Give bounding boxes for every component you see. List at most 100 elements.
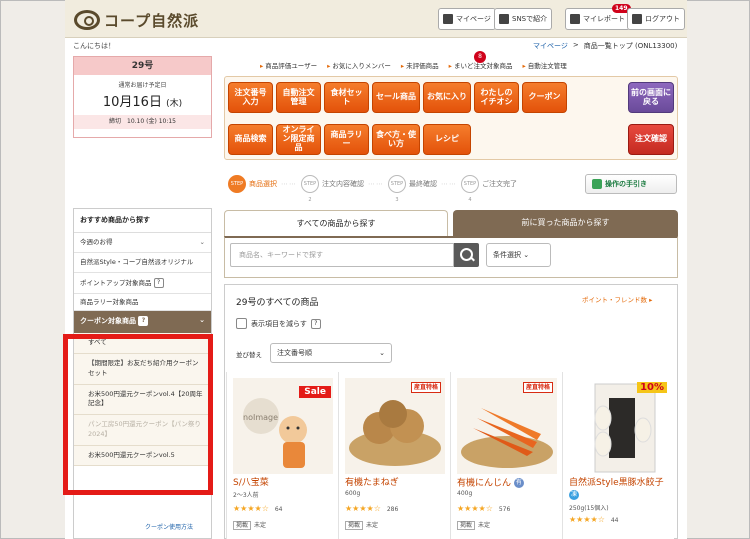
product-name[interactable]: S/八宝菜 [233,478,337,490]
highlight-box [63,334,213,495]
step-3: STEP 3 最終確認 [388,175,437,203]
product-card[interactable]: noImage Sale S/八宝菜 2～3人前 ★★★★☆ 64 掲載 未定 [226,372,338,539]
product-card[interactable]: 産直特格 有機たまねぎ 600g ★★★★☆ 286 掲載 未定 [338,372,450,539]
product-rating: ★★★★☆ 64 [233,504,283,513]
tab-purchase-history[interactable]: 前に買った商品から探す [453,210,678,236]
rating-stars: ★★★★☆ [345,504,381,513]
breadcrumb-mypage-link[interactable]: マイページ [533,41,568,51]
breadcrumb: マイページ > 商品一覧トップ (ONL13300) [533,41,677,51]
nav-product-rally-button[interactable]: 商品ラリー [324,124,369,155]
step-divider: ⋯⋯ [368,180,384,188]
sidebar-item-rally[interactable]: 商品ラリー対象商品 [74,294,211,312]
step-3-circle: STEP 3 [388,175,406,203]
product-name-text: 有機にんじん [457,478,512,489]
top-link-rating-users[interactable]: 商品評価ユーザー [260,60,317,70]
condition-select[interactable]: 条件選択 ⌄ [486,243,551,267]
sidebar-item-label: 商品ラリー対象商品 [80,298,139,307]
product-size: 2～3人前 [233,492,259,499]
step-2-label: 注文内容確認 [322,180,364,188]
logo-text: コープ自然派 [104,11,200,30]
nav-my-pick-button[interactable]: わたしのイチオシ [474,82,519,113]
delivery-deadline: 締切 10.10 (金) 10:15 [74,115,211,129]
nav-food-set-button[interactable]: 食材セット [324,82,369,113]
direct-sourcing-badge: 産直特格 [522,382,553,394]
delivery-number: 29号 [74,57,211,75]
nav-recipe-button[interactable]: レシピ [423,124,471,155]
sidebar-item-original[interactable]: 自然派Style・コープ自然派オリジナル [74,253,211,274]
logo-mark-icon [74,10,100,30]
help-icon[interactable]: ? [138,316,149,327]
delivery-info: 29号 通常お届け予定日 10月16日 (木) 締切 10.10 (金) 10:… [73,56,212,138]
top-links: 商品評価ユーザー お気に入りメンバー 未評価商品 まいど注文対象商品 自動注文管… [224,58,678,72]
logout-button[interactable]: ログアウト [627,8,685,30]
point-friend-link[interactable]: ポイント・フレンド数 ▸ [582,294,652,304]
step-3-label: 最終確認 [409,180,437,188]
nav-online-limited-button[interactable]: オンライン限定商品 [276,124,321,155]
product-image[interactable]: 産直特格 [345,378,445,474]
sale-badge: Sale [299,386,331,398]
tag-listed: 掲載 [233,521,252,530]
delivery-weekday: (木) [166,99,183,109]
product-image[interactable]: noImage Sale [233,378,333,474]
product-rating: ★★★★☆ 44 [569,515,619,524]
svg-text:noImage: noImage [243,413,278,422]
nav-coupon-button[interactable]: クーポン [522,82,567,113]
tab-all-products[interactable]: すべての商品から探す [224,210,448,236]
top-link-auto-order[interactable]: 自動注文管理 [522,60,567,70]
nav-favorites-button[interactable]: お気に入り [423,82,471,113]
sidebar-item-label: 自然派Style・コープ自然派オリジナル [80,258,194,267]
help-icon[interactable]: ? [310,318,321,329]
chevron-down-icon: ⌄ [523,251,530,259]
delivery-sub: 通常お届け予定日 [118,82,167,89]
product-card[interactable]: 10% 自然派Style黒豚水餃子 凍 250g(15個入) ★★★★☆ 44 [562,372,674,539]
nav-how-to-eat-button[interactable]: 食べ方・使い方 [372,124,420,155]
product-image[interactable]: 10% [569,378,669,474]
report-icon [570,14,580,24]
sidebar-coupon-heading[interactable]: クーポン対象商品 ? ⌄ [74,311,211,334]
reduce-checkbox[interactable] [236,318,247,329]
product-name[interactable]: 自然派Style黒豚水餃子 凍 [569,478,673,502]
top-link-favorite-members[interactable]: お気に入りメンバー [327,60,391,70]
step-2-circle: STEP 2 [301,175,319,203]
myreport-label: マイレポート [583,15,625,23]
chevron-down-icon: ⌄ [199,238,205,246]
help-icon[interactable]: ? [153,278,164,289]
nav-order-number-button[interactable]: 注文番号入力 [228,82,273,113]
nav-order-confirm-button[interactable]: 注文確認 [628,124,674,155]
product-tags: 掲載 未定 [457,520,491,530]
tag-status: 未定 [478,522,491,529]
sidebar-heading: おすすめ商品から探す [74,209,211,233]
nav-product-search-button[interactable]: 商品検索 [228,124,273,155]
nav-sale-button[interactable]: セール商品 [372,82,420,113]
product-image[interactable]: 産直特格 [457,378,557,474]
top-link-unrated[interactable]: 未評価商品 [401,60,439,70]
sns-label: SNSで紹介 [512,15,548,23]
sidebar-item-weekly-deals[interactable]: 今週のお得 ⌄ [74,233,211,254]
book-icon [592,179,602,189]
point-link-label: ポイント・フレンド数 [582,296,647,304]
guide-button[interactable]: 操作の手引き [585,174,677,194]
product-size: 400g [457,490,473,497]
search-icon[interactable] [454,243,479,267]
product-name[interactable]: 有機たまねぎ [345,478,449,490]
rating-count: 286 [386,506,399,513]
sidebar-item-point-up[interactable]: ポイントアップ対象商品 ? [74,273,211,295]
product-name[interactable]: 有機にんじん 有 [457,478,561,490]
coupon-usage-link[interactable]: クーポン使用方法 [145,522,193,531]
mypage-button[interactable]: マイページ [438,8,496,30]
sns-share-button[interactable]: SNSで紹介 [494,8,553,30]
step-divider: ⋯⋯ [281,180,297,188]
organic-icon: 有 [513,478,524,488]
nav-auto-order-button[interactable]: 自動注文管理 [276,82,321,113]
site-logo[interactable]: コープ自然派 [74,9,199,31]
step-1-label: 商品選択 [249,180,277,188]
step-4-circle: STEP 4 [461,175,479,203]
sort-select[interactable]: 注文番号順 ⌄ [270,343,392,363]
product-tags: 掲載 未定 [233,520,266,530]
search-input[interactable]: 商品名、キーワードで探す [230,243,454,267]
rating-stars: ★★★★☆ [569,515,605,524]
nav-back-button[interactable]: 前の画面に戻る [628,82,674,113]
product-card[interactable]: 産直特格 有機にんじん 有 400g ★★★★☆ 576 掲載 未定 [450,372,562,539]
unrated-badge: 8 [474,51,486,63]
reduce-items-toggle[interactable]: 表示項目を減らす? [236,318,321,329]
